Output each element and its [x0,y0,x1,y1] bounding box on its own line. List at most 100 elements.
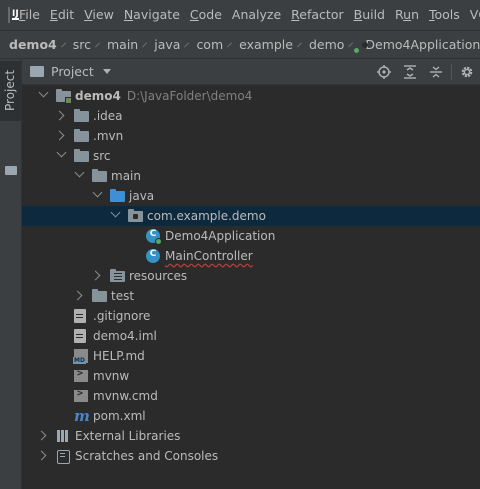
chevron-right-icon [142,42,148,47]
tree-item-name: main [111,169,141,183]
project-view-selector[interactable]: Project [51,64,94,79]
menu-navigate[interactable]: Navigate [119,0,185,30]
locate-icon[interactable] [371,59,397,85]
tree-item[interactable]: com.example.demo [22,206,480,226]
tree-item-label: mvnw [93,366,129,386]
tree-item-label: demo4 D:\JavaFolder\demo4 [75,86,252,106]
tree-item-name: .mvn [93,129,124,143]
breadcrumb-item[interactable]: Demo4Application [361,37,480,52]
shell-file-icon [74,368,88,382]
breadcrumb: demo4 src main java com example demo Demo4Appli… [0,30,480,59]
toolbar-divider [451,64,452,80]
menu-edit[interactable]: Edit [45,0,79,30]
tree-item[interactable]: demo4 D:\JavaFolder\demo4 [22,86,480,106]
intellij-logo-icon: IJ [8,7,19,23]
tree-item[interactable]: main [22,166,480,186]
breadcrumb-item[interactable]: src [69,37,95,52]
menu-run[interactable]: Run [390,0,424,30]
chevron-right-icon[interactable] [54,130,65,141]
project-tool-tab-label: Project [3,69,17,111]
scratches-icon [56,449,70,464]
chevron-right-icon[interactable] [90,270,101,281]
menu-items: File Edit View Navigate Code Analyze Refactor B… [14,0,480,30]
menu-vcs[interactable]: VCS [465,0,480,30]
iml-file-icon [74,329,86,343]
tree-item-label: resources [129,266,187,286]
settings-icon[interactable] [454,59,480,85]
tree-item[interactable]: mvnw [22,366,480,386]
tree-item[interactable]: m pom.xml [22,406,480,426]
chevron-right-icon[interactable] [54,110,65,121]
tree-item[interactable]: test [22,286,480,306]
chevron-down-icon[interactable] [92,187,103,198]
tree-item-label: test [111,286,134,306]
resources-folder-icon [110,269,125,282]
tree-item-name: mvnw.cmd [93,389,158,403]
expand-all-icon[interactable] [397,59,423,85]
menu-code[interactable]: Code [185,0,227,30]
tree-item[interactable]: External Libraries [22,426,480,446]
tree-item[interactable]: MainController [22,246,480,266]
folder-icon [74,109,89,122]
breadcrumb-item[interactable]: com [192,37,227,52]
tree-item-label: .idea [93,106,123,126]
chevron-right-icon [184,42,190,47]
left-tool-strip: Project [0,59,22,489]
tree-item[interactable]: .idea [22,106,480,126]
breadcrumb-item[interactable]: main [103,37,142,52]
menu-analyze[interactable]: Analyze [227,0,286,30]
tree-item-label: java [129,186,154,206]
chevron-down-icon[interactable] [56,147,67,158]
tree-item-name: MainController [165,249,253,263]
tree-item[interactable]: demo4.iml [22,326,480,346]
panel-toolbar [371,59,480,85]
tree-item-name: demo4 [75,89,121,103]
tree-item[interactable]: resources [22,266,480,286]
tree-item[interactable]: mvnw.cmd [22,386,480,406]
tree-item-label: Demo4Application [165,226,275,246]
tree-item-name: resources [129,269,188,283]
chevron-right-icon [348,42,354,47]
tree-item[interactable]: .gitignore [22,306,480,326]
breadcrumb-item[interactable]: example [235,37,297,52]
tree-item-name: java [129,189,155,203]
tree-item-name: HELP.md [93,349,145,363]
class-icon [146,249,160,263]
chevron-right-icon[interactable] [36,430,47,441]
tree-item-name: com.example.demo [147,209,266,223]
project-panel-header: Project [22,59,480,85]
source-folder-icon [110,189,125,202]
tree-item-label: .mvn [93,126,123,146]
tree-item-label: HELP.md [93,346,145,366]
breadcrumb-item[interactable]: demo4 [5,37,61,52]
menu-tools[interactable]: Tools [424,0,465,30]
breadcrumb-item[interactable]: demo [305,37,348,52]
menu-view[interactable]: View [79,0,119,30]
tree-item[interactable]: .mvn [22,126,480,146]
markdown-file-icon [73,349,88,364]
project-tool-tab[interactable]: Project [0,61,21,121]
tree-item[interactable]: Demo4Application [22,226,480,246]
tree-item-label: .gitignore [93,306,150,326]
tree-item-label: Scratches and Consoles [75,446,218,466]
tree-item[interactable]: HELP.md [22,346,480,366]
chevron-right-icon[interactable] [72,290,83,301]
chevron-right-icon[interactable] [36,450,47,461]
menu-refactor[interactable]: Refactor [286,0,348,30]
tree-item[interactable]: java [22,186,480,206]
spring-boot-class-icon [146,229,162,245]
menu-build[interactable]: Build [349,0,390,30]
shell-file-icon [74,388,88,402]
tree-item-name: mvnw [93,369,130,383]
tree-item-name: test [111,289,135,303]
tree-item-name: External Libraries [75,429,181,443]
chevron-down-icon[interactable] [38,87,49,98]
chevron-down-icon[interactable] [74,167,85,178]
chevron-down-icon[interactable] [110,207,121,218]
collapse-all-icon[interactable] [423,59,449,85]
tree-item[interactable]: Scratches and Consoles [22,446,480,466]
breadcrumb-item[interactable]: java [150,37,184,52]
tree-item-name: .gitignore [93,309,151,323]
chevron-down-icon[interactable] [102,69,111,74]
tree-item[interactable]: src [22,146,480,166]
